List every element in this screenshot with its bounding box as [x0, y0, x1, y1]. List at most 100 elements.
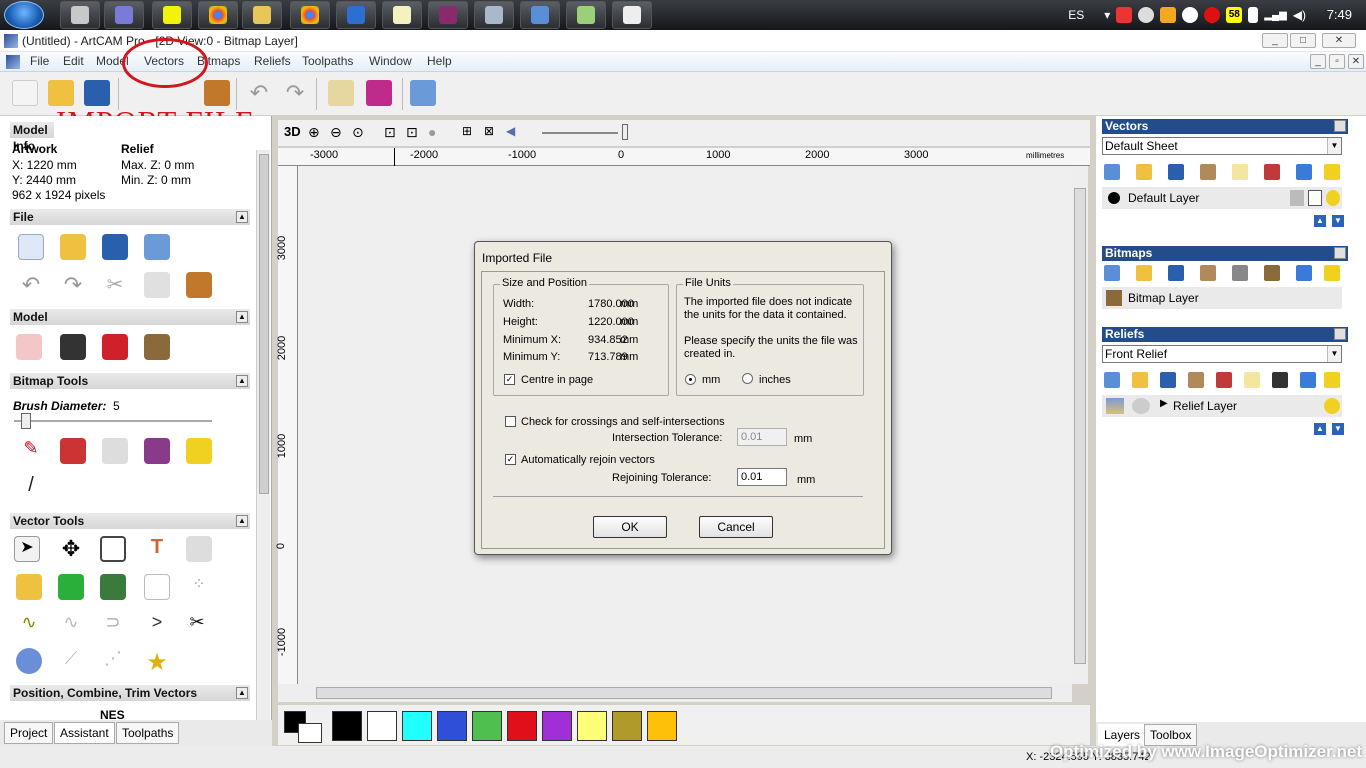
add-icon[interactable]	[58, 574, 84, 600]
move-layer-down-icon[interactable]: ▼	[1332, 215, 1344, 227]
delete-layer-icon[interactable]	[1300, 372, 1316, 388]
collapse-arrow-icon[interactable]	[1334, 247, 1346, 259]
layer-tool-icon[interactable]	[1188, 372, 1204, 388]
device-icon[interactable]	[1248, 7, 1259, 23]
color-swatch[interactable]	[402, 711, 432, 741]
language-indicator[interactable]: ES	[1068, 8, 1084, 22]
menu-window[interactable]: Window	[366, 54, 415, 68]
maximize-button[interactable]: □	[1290, 33, 1316, 48]
taskbar-app-icon[interactable]	[612, 1, 652, 29]
collapse-arrow-icon[interactable]: ▲	[236, 687, 248, 699]
centre-in-page-checkbox[interactable]: ✓	[504, 374, 515, 385]
intersection-tolerance-input[interactable]: 0.01	[737, 428, 787, 446]
save-layer-icon[interactable]	[1160, 372, 1176, 388]
taskbar-app-icon[interactable]	[474, 1, 514, 29]
redo-icon[interactable]: ↷	[60, 272, 86, 298]
open-layer-icon[interactable]	[1136, 265, 1152, 281]
secondary-color-swatch[interactable]	[298, 723, 322, 743]
vectors-header[interactable]: Vectors	[1102, 119, 1348, 134]
taskbar-app-icon[interactable]	[152, 1, 192, 29]
copy-icon[interactable]	[144, 272, 170, 298]
save-model-icon[interactable]	[102, 234, 128, 260]
scissors-icon[interactable]: ✂	[184, 612, 210, 638]
start-button[interactable]	[4, 1, 44, 29]
mdi-minimize-button[interactable]: _	[1310, 54, 1326, 69]
relief-icon[interactable]	[102, 334, 128, 360]
color-swatch[interactable]	[472, 711, 502, 741]
menu-file[interactable]: File	[27, 54, 52, 68]
collapse-arrow-icon[interactable]	[1334, 328, 1346, 340]
clipart-icon[interactable]	[186, 536, 212, 562]
collapse-arrow-icon[interactable]: ▲	[236, 515, 248, 527]
angle-icon[interactable]: >	[144, 612, 170, 638]
collapse-arrow-icon[interactable]: ▲	[236, 211, 248, 223]
tray-arrow-icon[interactable]: ▾	[1104, 8, 1110, 22]
grid-icon[interactable]	[144, 574, 170, 600]
model-section-header[interactable]: Model ▲	[10, 309, 250, 325]
lock-icon[interactable]	[1290, 190, 1304, 206]
node-icon[interactable]: ⁘	[186, 574, 212, 600]
cut-icon[interactable]: ✂	[102, 272, 128, 298]
vector-tools-header[interactable]: Vector Tools ▲	[10, 513, 250, 529]
zoom-fit-icon[interactable]: ⊙	[352, 124, 364, 141]
file-section-header[interactable]: File ▲	[10, 209, 250, 225]
brush-slider-track[interactable]	[14, 420, 212, 422]
tab-assistant[interactable]: Assistant	[54, 722, 115, 744]
zoom-all-icon[interactable]: ●	[428, 124, 436, 140]
rejoin-vectors-checkbox[interactable]: ✓	[505, 454, 516, 465]
menu-toolpaths[interactable]: Toolpaths	[299, 54, 356, 68]
model-wizard-icon[interactable]	[144, 234, 170, 260]
vertical-scrollbar[interactable]	[1072, 166, 1088, 684]
new-layer-icon[interactable]	[1104, 372, 1120, 388]
rejoining-tolerance-input[interactable]: 0.01	[737, 468, 787, 486]
menu-edit[interactable]: Edit	[60, 54, 87, 68]
collapse-arrow-icon[interactable]: ▲	[236, 375, 248, 387]
3d-view-button[interactable]: 3D	[284, 124, 301, 139]
shade-icon[interactable]: ◀	[506, 124, 515, 138]
taskbar-app-icon[interactable]	[566, 1, 606, 29]
close-button[interactable]: ✕	[1322, 33, 1356, 48]
extrude-icon[interactable]	[16, 648, 42, 674]
paste-icon[interactable]	[186, 272, 212, 298]
save-layer-icon[interactable]	[1168, 265, 1184, 281]
taskbar-chrome-icon[interactable]	[290, 1, 330, 29]
mdi-restore-button[interactable]: ▫	[1329, 54, 1345, 69]
toolpath-wizard-icon[interactable]	[410, 80, 436, 106]
undo-icon[interactable]: ↶	[18, 272, 44, 298]
taskbar-app-icon[interactable]	[60, 1, 100, 29]
color-swatch[interactable]	[577, 711, 607, 741]
view-slider-track[interactable]	[542, 132, 618, 134]
mona-lisa-icon[interactable]	[144, 334, 170, 360]
layer-tool-icon[interactable]	[1264, 265, 1280, 281]
color-swatch[interactable]	[647, 711, 677, 741]
new-layer-icon[interactable]	[1104, 265, 1120, 281]
fill-icon[interactable]	[60, 438, 86, 464]
expand-arrow-icon[interactable]: ▶	[1160, 398, 1168, 409]
open-layer-icon[interactable]	[1132, 372, 1148, 388]
layer-tool-icon[interactable]	[1216, 372, 1232, 388]
menu-reliefs[interactable]: Reliefs	[251, 54, 294, 68]
layer-row-default[interactable]: Default Layer	[1102, 187, 1342, 209]
spline-icon[interactable]: ⟋	[58, 648, 84, 674]
minimize-button[interactable]: _	[1262, 33, 1288, 48]
layer-tool-icon[interactable]	[1200, 164, 1216, 180]
new-layer-icon[interactable]	[1104, 164, 1120, 180]
offset-icon[interactable]: ⊃	[100, 612, 126, 638]
zoom-out-icon[interactable]: ⊖	[330, 124, 342, 141]
cloud-upload-icon[interactable]	[1138, 7, 1155, 23]
layer-tool-icon[interactable]	[1232, 265, 1248, 281]
text-tool-icon[interactable]: T	[144, 536, 170, 562]
signal-icon[interactable]: ▂▄▆	[1264, 10, 1286, 21]
taskbar-artcam-icon[interactable]	[104, 1, 144, 29]
select-arrow-icon[interactable]: ➤	[14, 536, 40, 562]
brush-icon[interactable]: /	[18, 474, 44, 500]
flood-icon[interactable]	[186, 438, 212, 464]
open-model-icon[interactable]	[60, 234, 86, 260]
taskbar-app-icon[interactable]	[336, 1, 376, 29]
import-vector-icon[interactable]	[16, 574, 42, 600]
taskbar-app-icon[interactable]	[520, 1, 560, 29]
visibility-icon[interactable]	[1324, 164, 1340, 180]
bitmap-icon[interactable]	[60, 334, 86, 360]
save-icon[interactable]	[84, 80, 110, 106]
relief-add-icon[interactable]	[1132, 398, 1150, 414]
